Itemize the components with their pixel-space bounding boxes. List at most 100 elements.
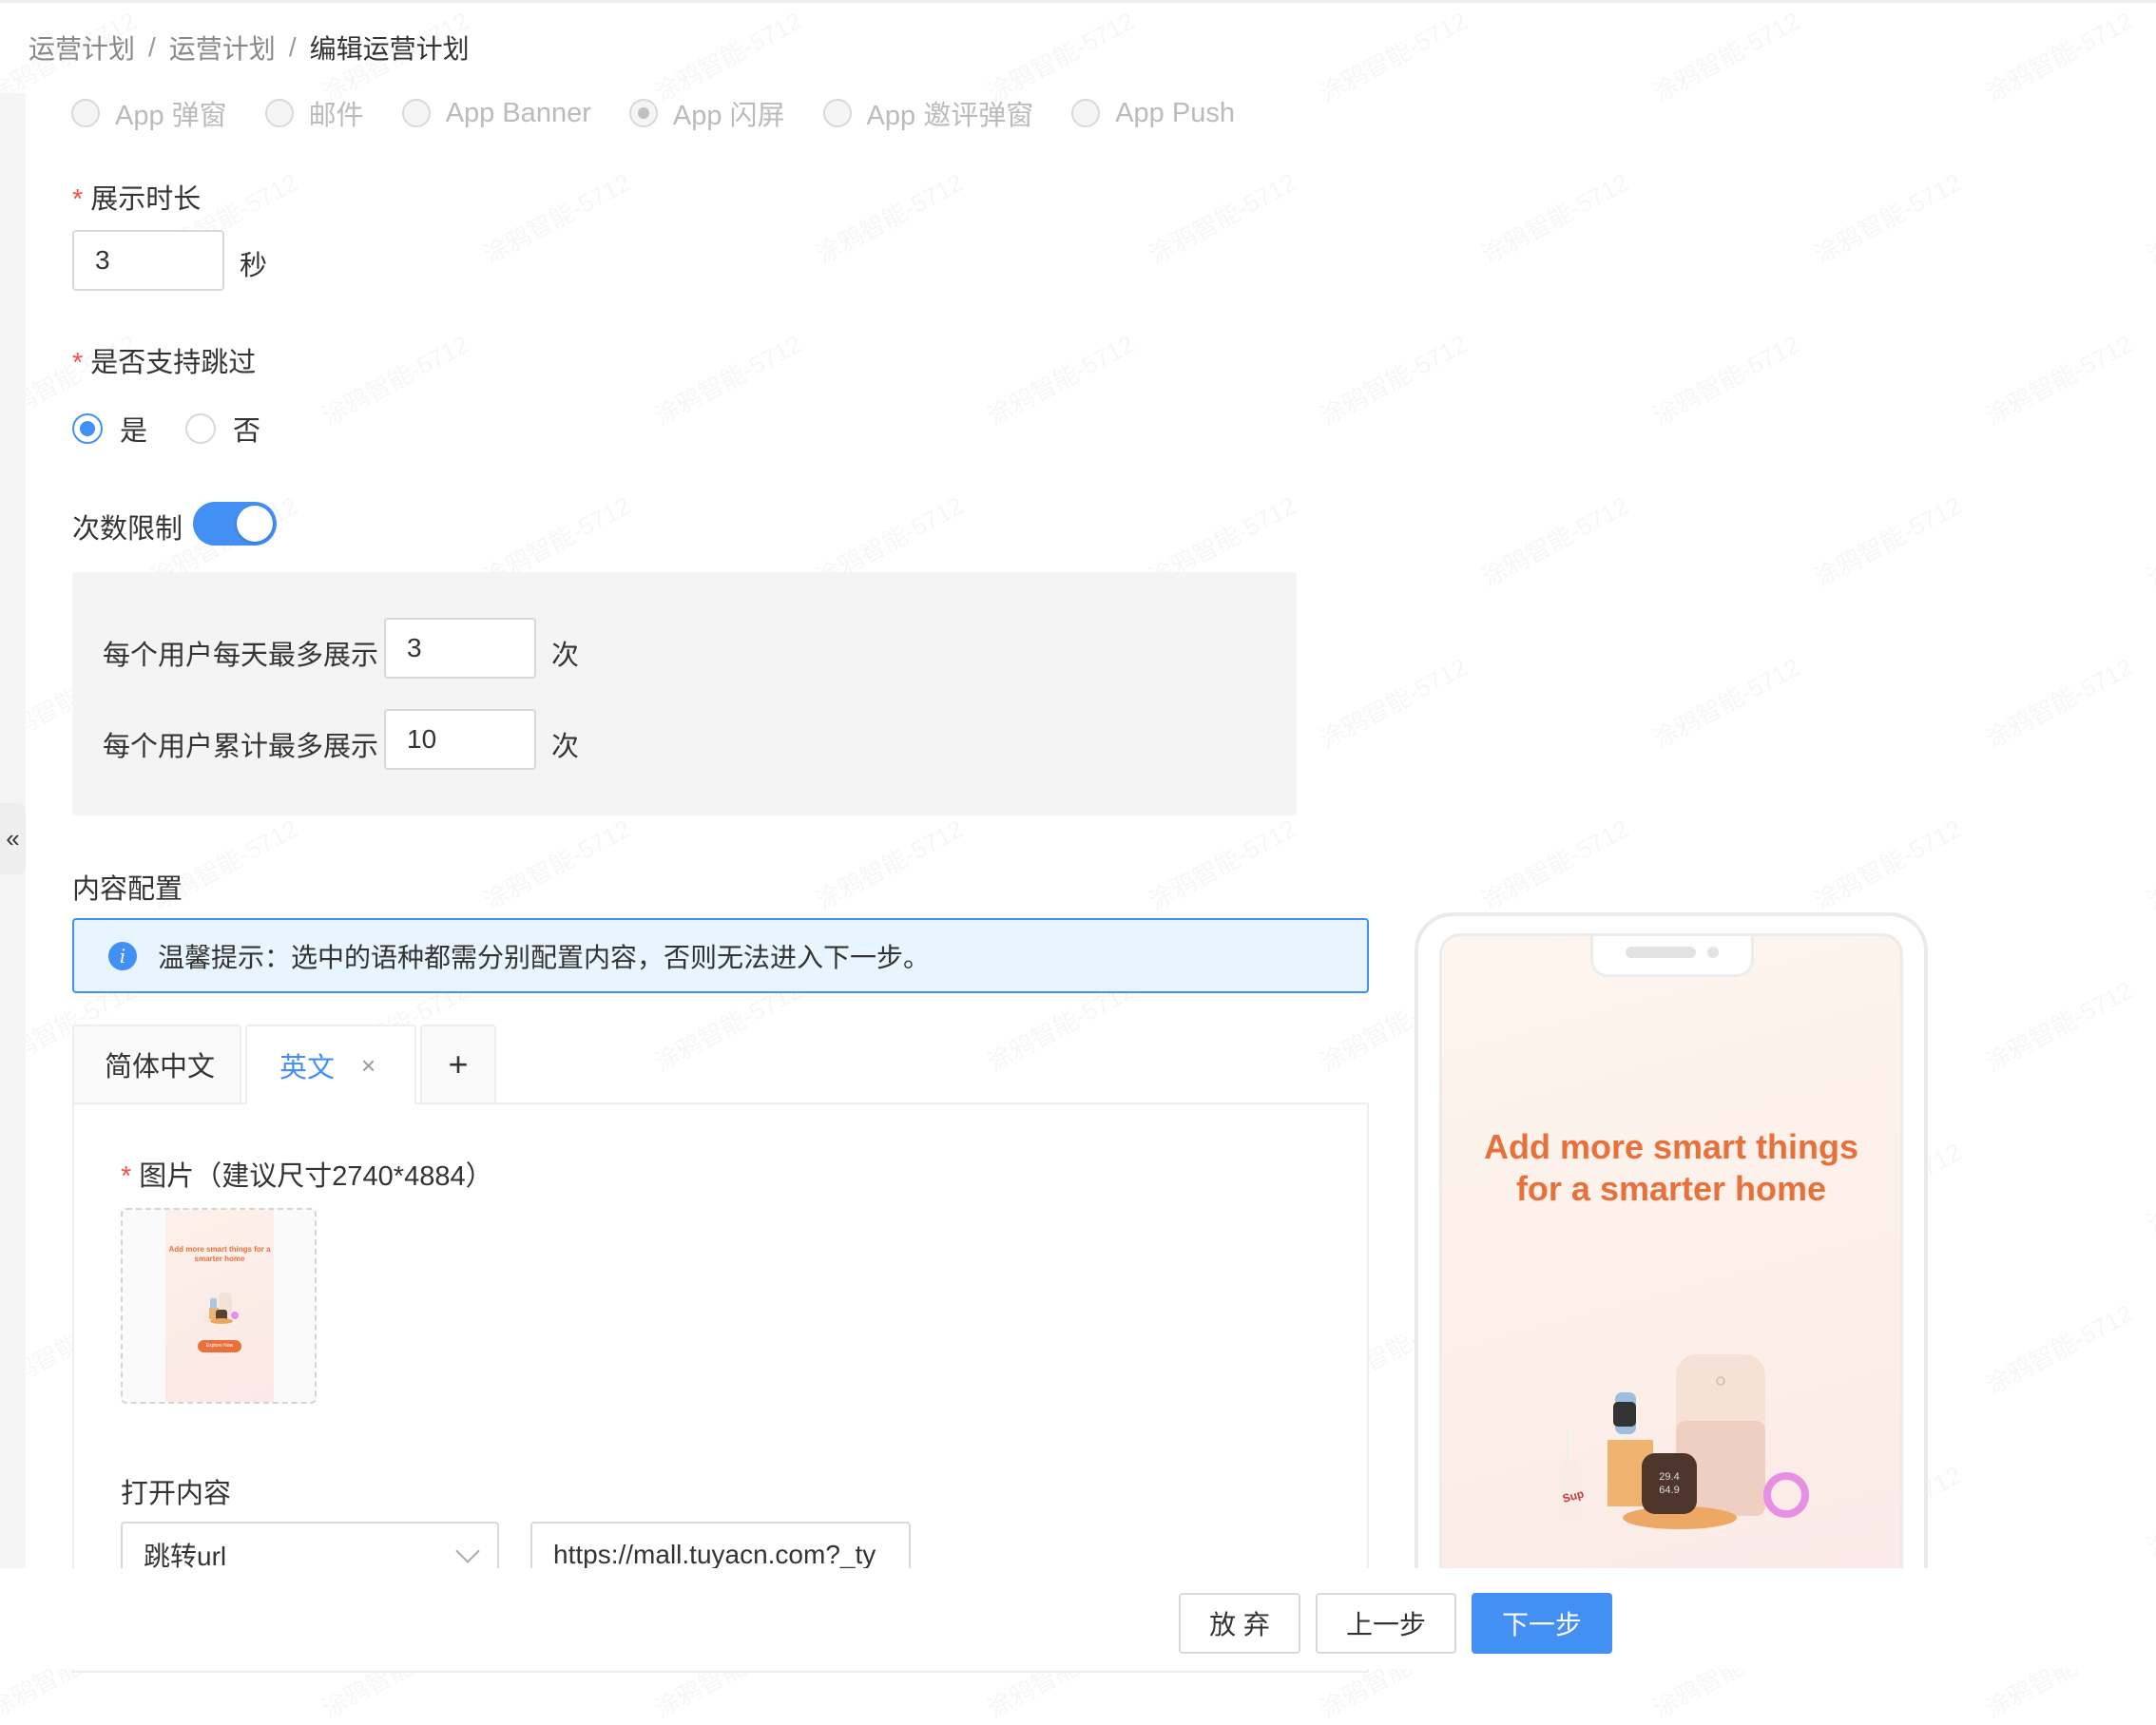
breadcrumb-separator: / [288,32,297,62]
next-step-label: 下一步 [1501,1610,1582,1639]
watermark: 涂鸦智能-5712 [809,163,969,271]
channel-radio-group: App 弹窗 邮件 App Banner App 闪屏 App 邀评弹窗 App… [71,93,1273,133]
discard-button[interactable]: 放 弃 [1179,1593,1300,1654]
channel-option-label: App Banner [445,97,591,128]
channel-option-label: App 闪屏 [672,101,785,131]
channel-option-app-banner: App Banner [401,97,591,129]
close-icon[interactable]: × [361,1051,375,1081]
tab-label: 简体中文 [105,1052,216,1083]
watermark: 涂鸦智能-5712 [1313,648,1473,756]
alert-text: 温馨提示：选中的语种都需分别配置内容，否则无法进入下一步。 [158,942,931,972]
watermark: 涂鸦智能-5712 [1474,163,1634,271]
watermark: 涂鸦智能-5712 [1646,325,1805,432]
language-tabs: 简体中文 英文 × + [72,1025,500,1104]
daily-max-input[interactable]: 3 [384,618,536,679]
watermark: 涂鸦智能-5712 [1313,2,1473,109]
tab-label: 英文 [279,1053,336,1083]
daily-max-label: 每个用户每天最多展示 [103,641,379,671]
channel-option-email: 邮件 [264,93,364,133]
watermark: 涂鸦智能-5712 [1978,325,2138,432]
frequency-limit-panel [72,572,1297,815]
watermark: 涂鸦智能-5712 [1313,325,1473,432]
plus-icon: + [448,1045,469,1083]
channel-option-label: App 弹窗 [115,101,227,131]
watermark: 涂鸦智能-5712 [476,810,636,917]
channel-option-app-review-popup: App 邀评弹窗 [822,93,1033,133]
channel-option-app-splash: App 闪屏 [628,93,785,133]
total-max-label: 每个用户累计最多展示 [103,732,379,762]
display-duration-label-text: 展示时长 [90,184,202,215]
daily-max-value: 3 [407,633,422,662]
tab-english[interactable]: 英文 × [245,1025,416,1104]
total-max-input[interactable]: 10 [384,709,536,770]
preview-headline-line-1: Add more smart things [1483,1127,1859,1166]
daily-max-unit: 次 [551,641,580,671]
content-config-title: 内容配置 [72,874,183,905]
skip-option-yes-label: 是 [120,416,148,447]
watermark: 涂鸦智能-5712 [1978,971,2138,1079]
display-duration-input[interactable]: 3 [72,230,224,291]
skip-option-yes[interactable]: 是 [72,409,147,449]
phone-preview-screen: Add more smart things for a smarter home… [1439,933,1903,1578]
preview-headline: Add more smart things for a smarter home [1442,1126,1900,1210]
watermark: 涂鸦智能-5712 [1807,810,1967,917]
top-border [0,0,2156,3]
add-language-tab-button[interactable]: + [420,1025,496,1102]
watermark: 涂鸦智能-5712 [809,810,969,917]
previous-step-label: 上一步 [1345,1610,1426,1639]
watermark: 涂鸦智能-5712 [2140,1133,2156,1240]
double-chevron-left-icon: « [6,824,20,853]
watermark: 涂鸦智能-5712 [1978,1294,2138,1402]
breadcrumb-current: 编辑运营计划 [309,34,470,64]
image-upload-thumbnail[interactable]: Add more smart things for a smarter home… [121,1208,317,1404]
breadcrumb-separator: / [148,32,156,62]
seconds-unit: 秒 [240,251,268,281]
skip-support-label-text: 是否支持跳过 [90,348,257,378]
collapse-sidebar-button[interactable]: « [0,803,26,874]
display-duration-value: 3 [95,245,110,275]
breadcrumb: 运营计划 / 运营计划 / 编辑运营计划 [29,29,470,67]
previous-step-button[interactable]: 上一步 [1316,1593,1456,1654]
skip-support-radio-group: 是 否 [72,409,260,449]
total-max-unit: 次 [551,732,580,762]
required-mark: * [72,184,84,215]
breadcrumb-item-2[interactable]: 运营计划 [169,29,276,67]
splash-image-preview: Add more smart things for a smarter home… [165,1210,274,1402]
watermark: 涂鸦智能-5712 [2140,163,2156,271]
watermark: 涂鸦智能-5712 [1474,487,1634,594]
url-value: https://mall.tuyacn.com?_ty [553,1540,876,1569]
frequency-limit-toggle[interactable] [193,502,277,546]
radio-checked-icon [72,413,103,444]
product-image-icon [204,1293,239,1324]
watermark: 涂鸦智能-5712 [1646,2,1805,109]
radio-icon [1071,99,1101,127]
watermark: 涂鸦智能-5712 [647,325,807,432]
next-step-button[interactable]: 下一步 [1472,1593,1612,1654]
watermark: 涂鸦智能-5712 [2140,487,2156,594]
tab-simplified-chinese[interactable]: 简体中文 [72,1025,241,1102]
skip-option-no-label: 否 [233,416,261,447]
watermark: 涂鸦智能-5712 [1978,2,2138,109]
skip-support-label: * 是否支持跳过 [72,340,256,380]
display-duration-label: * 展示时长 [72,177,201,217]
preview-headline-line-2: for a smarter home [1515,1169,1827,1208]
footer-bar [0,1568,2156,1669]
required-mark: * [121,1161,132,1192]
watermark: 涂鸦智能-5712 [1474,810,1634,917]
required-mark: * [72,348,84,378]
open-content-label: 打开内容 [121,1479,232,1509]
image-field-label-text: 图片（建议尺寸2740*4884） [139,1161,493,1192]
toggle-knob [237,506,273,542]
radio-icon [822,99,852,127]
info-alert: i 温馨提示：选中的语种都需分别配置内容，否则无法进入下一步。 [72,918,1369,993]
watermark: 涂鸦智能-5712 [315,325,474,432]
camera-icon [1707,947,1719,958]
radio-icon [185,413,217,444]
svg-text:64.9: 64.9 [1659,1485,1679,1496]
phone-notch [1590,936,1754,977]
speaker-icon [1626,947,1696,958]
skip-option-no[interactable]: 否 [185,409,260,449]
radio-icon [401,99,431,127]
breadcrumb-item-1[interactable]: 运营计划 [29,29,135,67]
smart-devices-illustration: 29.4 64.9 Sup [1560,1354,1809,1529]
